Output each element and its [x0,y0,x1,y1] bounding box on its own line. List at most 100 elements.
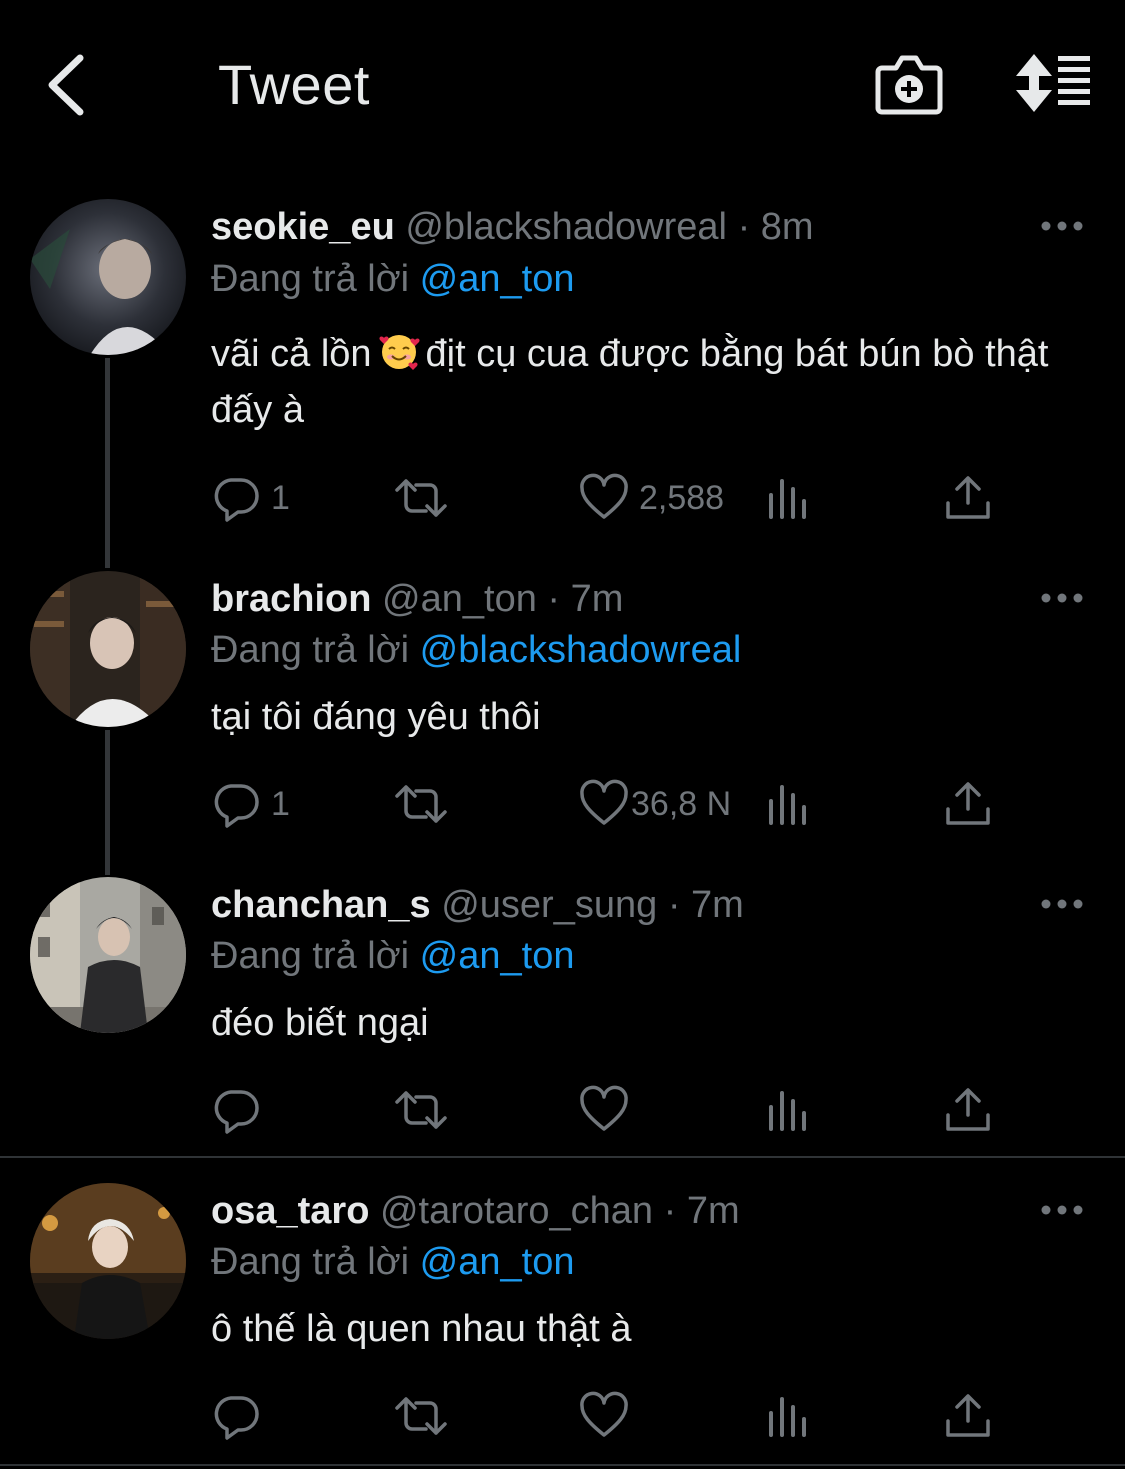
more-icon[interactable] [1040,894,1084,914]
user-handle[interactable]: @user_sung [441,884,657,926]
timestamp: · 7m [547,578,624,620]
tweet-text: vãi cả lồn địt cụ cua được bằng bát bún … [211,326,1091,438]
like-button[interactable] [579,1386,629,1446]
tweet-header: seokie_eu @blackshadowreal · 8m [211,204,814,250]
tweet-text: đéo biết ngại [211,1002,429,1044]
like-count: 2,588 [639,478,725,517]
sort-icon [1016,54,1090,112]
retweet-icon [395,785,447,823]
reply-count: 1 [271,784,290,823]
mention-link[interactable]: @blackshadowreal [420,629,742,671]
retweet-icon [395,479,447,517]
heart-icon [580,1391,628,1437]
share-button[interactable] [943,774,993,834]
views-icon [769,479,806,519]
sort-button[interactable] [1012,52,1092,114]
mention-link[interactable]: @an_ton [420,1241,575,1283]
views-button[interactable] [763,1080,813,1140]
retweet-button[interactable] [393,1386,449,1446]
share-button[interactable] [943,468,993,528]
tweet-text: ô thế là quen nhau thật à [211,1308,632,1350]
replying-to-label: Đang trả lời [211,1241,410,1283]
tweet-text: tại tôi đáng yêu thôi [211,696,541,738]
replying-to-label: Đang trả lời [211,629,410,671]
more-icon[interactable] [1040,588,1084,608]
page-title: Tweet [218,53,370,116]
tweet-actions [211,1386,1011,1446]
divider [0,1464,1125,1466]
like-count: 36,8 N [631,784,732,823]
retweet-button[interactable] [393,1080,449,1140]
views-button[interactable] [763,774,813,834]
like-button[interactable] [579,1080,629,1140]
tweet-actions: 1 36,8 N [211,774,1011,834]
replying-to: Đang trả lời @an_ton [211,256,574,302]
avatar[interactable] [30,199,186,355]
thread-line [105,358,110,568]
reply-icon [214,1396,259,1440]
user-handle[interactable]: @an_ton [382,578,537,620]
tweet-header: brachion @an_ton · 7m [211,576,623,622]
tweet-header: chanchan_s @user_sung · 7m [211,882,744,928]
views-button[interactable] [763,1386,813,1446]
tweet-actions [211,1080,1011,1140]
tweet-header: osa_taro @tarotaro_chan · 7m [211,1188,740,1234]
replying-to-label: Đang trả lời [211,258,410,300]
timestamp: · 8m [737,206,814,248]
reply-icon [214,478,259,522]
share-icon [946,476,990,519]
like-button[interactable]: 2,588 [579,468,724,528]
tweet-actions: 1 2,588 [211,468,1011,528]
views-icon [769,1397,806,1437]
retweet-button[interactable] [393,468,449,528]
divider [0,1156,1125,1158]
heart-icon [580,473,628,519]
replying-to: Đang trả lời @an_ton [211,933,574,979]
reply-button[interactable] [211,1080,261,1140]
heart-icon [580,779,628,825]
reply-button[interactable] [211,1386,261,1446]
retweet-button[interactable] [393,774,449,834]
mention-link[interactable]: @an_ton [420,935,575,977]
more-icon[interactable] [1040,1200,1084,1220]
replying-to-label: Đang trả lời [211,935,410,977]
share-button[interactable] [943,1386,993,1446]
share-icon [946,1394,990,1437]
avatar[interactable] [30,877,186,1033]
views-icon [769,1091,806,1131]
timestamp: · 7m [663,1190,740,1232]
share-icon [946,1088,990,1131]
retweet-icon [395,1091,447,1129]
display-name[interactable]: osa_taro [211,1190,369,1232]
heart-icon [580,1085,628,1131]
display-name[interactable]: brachion [211,578,371,620]
avatar[interactable] [30,1183,186,1339]
replying-to: Đang trả lời @an_ton [211,1239,574,1285]
display-name[interactable]: seokie_eu [211,206,395,248]
thread-line [105,730,110,875]
reply-button[interactable]: 1 [211,774,290,834]
views-button[interactable] [763,468,813,528]
user-handle[interactable]: @tarotaro_chan [380,1190,653,1232]
like-button[interactable]: 36,8 N [579,774,731,834]
mention-link[interactable]: @an_ton [420,258,575,300]
smiling-face-with-hearts-emoji [379,335,420,370]
user-handle[interactable]: @blackshadowreal [405,206,727,248]
camera-button[interactable] [874,50,944,116]
share-button[interactable] [943,1080,993,1140]
timestamp: · 7m [667,884,744,926]
reply-icon [214,784,259,828]
back-button[interactable] [38,50,98,120]
tweet-text-part: vãi cả lồn [211,333,372,375]
replying-to: Đang trả lời @blackshadowreal [211,627,741,673]
more-icon[interactable] [1040,216,1084,236]
retweet-icon [395,1397,447,1435]
top-bar: Tweet [0,0,1125,170]
reply-count: 1 [271,478,290,517]
reply-button[interactable]: 1 [211,468,290,528]
views-icon [769,785,806,825]
chevron-left-icon [48,54,84,116]
avatar[interactable] [30,571,186,727]
display-name[interactable]: chanchan_s [211,884,431,926]
reply-icon [214,1090,259,1134]
